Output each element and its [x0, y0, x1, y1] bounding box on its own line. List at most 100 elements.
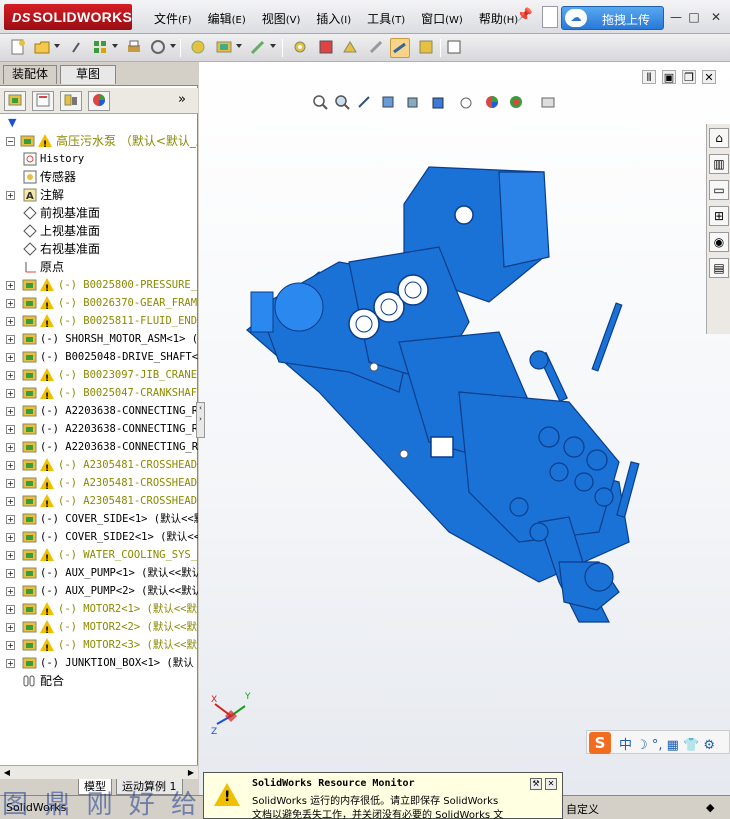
- configuration-manager-icon[interactable]: [60, 91, 82, 111]
- feature-manager-icon[interactable]: [4, 91, 26, 111]
- expand-toggle-icon[interactable]: +: [6, 371, 15, 380]
- solidworks-logo[interactable]: DS SOLIDWORKS: [4, 4, 132, 30]
- expand-toggle-icon[interactable]: +: [6, 389, 15, 398]
- assembly-visualization-icon[interactable]: [444, 38, 464, 58]
- tree-row[interactable]: + (-) MOTOR2<3> (默认<<默: [0, 636, 198, 658]
- solidworks-resources-icon[interactable]: ⌂: [709, 128, 729, 148]
- property-manager-icon[interactable]: [32, 91, 54, 111]
- tree-row[interactable]: + (-) COVER_SIDE<1> (默认<<默: [0, 510, 198, 528]
- tree-row[interactable]: + (-) A2203638-CONNECTING_RO: [0, 438, 198, 456]
- custom-status[interactable]: 自定义: [566, 801, 599, 817]
- tree-row[interactable]: + (-) WATER_COOLING_SYS_A: [0, 546, 198, 568]
- design-library-icon[interactable]: ▥: [709, 154, 729, 174]
- pin-menu-icon[interactable]: 📌: [516, 8, 534, 26]
- tree-row[interactable]: + (-) JUNKTION_BOX<1> (默认: [0, 654, 198, 672]
- menu-edit[interactable]: 编辑(E): [200, 8, 254, 28]
- menu-view[interactable]: 视图(V): [254, 8, 309, 28]
- tree-row[interactable]: 原点: [0, 258, 198, 276]
- tree-row[interactable]: 上视基准面: [0, 222, 198, 240]
- tree-row[interactable]: + (-) A2305481-CROSSHEAD<: [0, 492, 198, 514]
- custom-properties-icon[interactable]: ▤: [709, 258, 729, 278]
- balloon-options-button[interactable]: ⚒: [530, 778, 542, 790]
- balloon-close-button[interactable]: ✕: [545, 778, 557, 790]
- tree-row[interactable]: − 高压污水泵 （默认<默认_显示: [0, 132, 198, 154]
- expand-toggle-icon[interactable]: +: [6, 533, 15, 542]
- tree-row[interactable]: + (-) B0025047-CRANKSHAFT: [0, 384, 198, 406]
- tree-row[interactable]: + (-) SHORSH_MOTOR_ASM<1> (: [0, 330, 198, 348]
- tree-row[interactable]: + (-) A2203638-CONNECTING_RO: [0, 402, 198, 420]
- expand-toggle-icon[interactable]: +: [6, 299, 15, 308]
- expand-toggle-icon[interactable]: +: [6, 515, 15, 524]
- options-icon[interactable]: [90, 38, 110, 58]
- tree-row[interactable]: + A 注解: [0, 186, 198, 204]
- pump-assembly-model[interactable]: [199, 62, 704, 662]
- rebuild-icon[interactable]: [148, 38, 168, 58]
- open-icon[interactable]: [32, 38, 52, 58]
- expand-toggle-icon[interactable]: +: [6, 317, 15, 326]
- expand-toggle-icon[interactable]: +: [6, 659, 15, 668]
- appearance-manager-icon[interactable]: [88, 91, 110, 111]
- tree-row[interactable]: + (-) A2305481-CROSSHEAD<: [0, 474, 198, 496]
- expand-toggle-icon[interactable]: +: [6, 335, 15, 344]
- expand-toggle-icon[interactable]: +: [6, 353, 15, 362]
- scroll-left-icon[interactable]: ◀: [1, 767, 13, 779]
- tree-row[interactable]: 配合: [0, 672, 198, 690]
- interference-icon[interactable]: [416, 38, 436, 58]
- tree-row[interactable]: + (-) B0025800-PRESSURE_M: [0, 276, 198, 298]
- tree-row[interactable]: History: [0, 150, 198, 168]
- expand-toggle-icon[interactable]: +: [6, 479, 15, 488]
- tree-row[interactable]: + (-) AUX_PUMP<1> (默认<<默认: [0, 564, 198, 582]
- panel-splitter[interactable]: ‹ ›: [196, 402, 205, 438]
- exploded-view-icon[interactable]: [316, 38, 336, 58]
- close-view-icon[interactable]: ✕: [702, 70, 716, 84]
- select-icon[interactable]: [188, 38, 208, 58]
- tag-icon[interactable]: ◆: [706, 801, 714, 814]
- view-palette-icon[interactable]: ⊞: [709, 206, 729, 226]
- filter-icon[interactable]: ▼: [8, 116, 16, 129]
- attach-icon[interactable]: [66, 38, 86, 58]
- expand-toggle-icon[interactable]: +: [6, 407, 15, 416]
- tree-row[interactable]: + (-) B0025811-FLUID_END_: [0, 312, 198, 334]
- expand-toggle-icon[interactable]: +: [6, 623, 15, 632]
- expand-toggle-icon[interactable]: +: [6, 425, 15, 434]
- minimize-button[interactable]: —: [668, 9, 684, 25]
- menu-insert[interactable]: 插入(I): [308, 8, 359, 28]
- tree-row[interactable]: + (-) MOTOR2<2> (默认<<默: [0, 618, 198, 640]
- close-button[interactable]: ✕: [708, 9, 724, 25]
- tree-row[interactable]: + (-) B0025048-DRIVE_SHAFT<: [0, 348, 198, 366]
- tree-row[interactable]: + (-) COVER_SIDE2<1> (默认<<: [0, 528, 198, 546]
- gear-icon[interactable]: [290, 38, 310, 58]
- tree-row[interactable]: + (-) B0026370-GEAR_FRAME: [0, 294, 198, 316]
- scroll-right-icon[interactable]: ▶: [185, 767, 197, 779]
- ime-toolbar[interactable]: S 中 ☽ °, ▦ 👕 ⚙: [586, 730, 730, 754]
- menu-window[interactable]: 窗口(W): [413, 8, 471, 28]
- new-document-icon[interactable]: [542, 6, 558, 28]
- smart-fastener-icon[interactable]: [248, 38, 268, 58]
- expand-toggle-icon[interactable]: −: [6, 137, 15, 146]
- tab-sketch[interactable]: 草图: [60, 65, 116, 84]
- tree-row[interactable]: + (-) A2305481-CROSSHEAD<: [0, 456, 198, 478]
- horizontal-scrollbar[interactable]: ◀ ▶: [0, 765, 198, 779]
- ime-mode-indicator[interactable]: 中 ☽ °, ▦ 👕 ⚙: [619, 734, 715, 753]
- print-icon[interactable]: [124, 38, 144, 58]
- tree-row[interactable]: + (-) AUX_PUMP<2> (默认<<默认: [0, 582, 198, 600]
- maximize-button[interactable]: □: [686, 9, 702, 25]
- expand-toggle-icon[interactable]: +: [6, 551, 15, 560]
- expand-toggle-icon[interactable]: +: [6, 497, 15, 506]
- menu-tools[interactable]: 工具(T): [359, 8, 413, 28]
- tree-row[interactable]: 传感器: [0, 168, 198, 186]
- rotate-component-icon[interactable]: [366, 38, 386, 58]
- file-explorer-icon[interactable]: ▭: [709, 180, 729, 200]
- expand-toggle-icon[interactable]: +: [6, 281, 15, 290]
- graphics-area[interactable]: ⫴ ▣ ❐ ✕ ⌂ ▥ ▭ ⊞ ◉ ▤ Y X Z S 中 ☽ °, ▦ 👕 ⚙: [199, 62, 730, 795]
- expand-toggle-icon[interactable]: +: [6, 605, 15, 614]
- more-tabs-icon[interactable]: »: [178, 92, 186, 107]
- tree-row[interactable]: + (-) MOTOR2<1> (默认<<默: [0, 600, 198, 622]
- move-component-icon[interactable]: [340, 38, 360, 58]
- tree-row[interactable]: 前视基准面: [0, 204, 198, 222]
- menu-file[interactable]: 文件(F): [146, 8, 200, 28]
- tree-row[interactable]: + (-) A2203638-CONNECTING_RO: [0, 420, 198, 438]
- expand-toggle-icon[interactable]: +: [6, 587, 15, 596]
- tab-assembly[interactable]: 装配体: [3, 65, 57, 84]
- expand-toggle-icon[interactable]: +: [6, 461, 15, 470]
